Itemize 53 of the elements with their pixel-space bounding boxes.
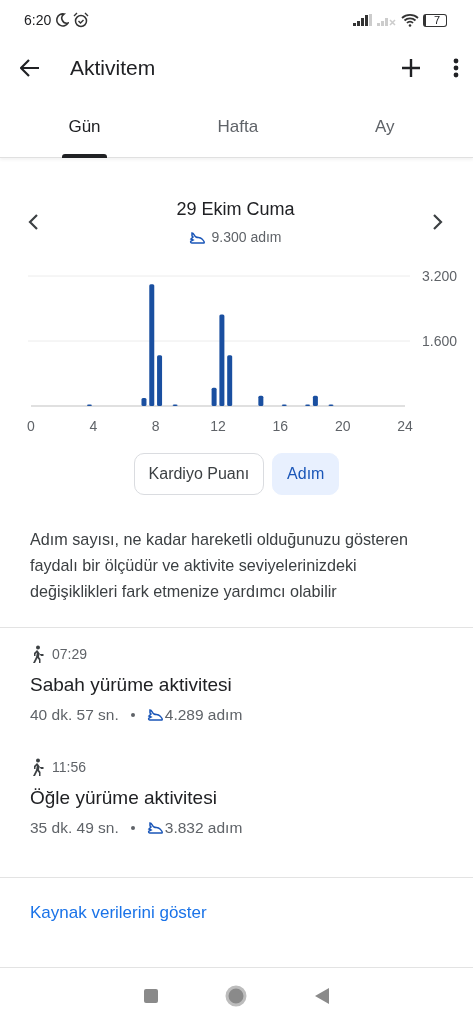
tab[interactable]: Hafta [211,96,265,158]
show-source-data-link[interactable]: Kaynak verilerini göster [30,903,207,923]
moon-icon [55,13,70,27]
home-icon[interactable] [225,985,248,1007]
x-axis-label: 8 [151,418,160,434]
separator-dot-icon [130,712,135,717]
metric-chip[interactable]: Kardiyo Puanı [133,453,265,495]
bar [141,397,147,406]
bar [211,387,217,406]
alarm-icon [73,12,90,28]
x-axis-label: 4 [89,418,98,434]
walking-icon [30,645,44,664]
y-axis-label: 1.600 [421,333,457,349]
battery-icon: 7 [422,13,447,27]
steps-icon [189,230,208,245]
walking-icon [30,758,44,776]
clock-time: 6:20 [24,10,52,30]
add-icon[interactable] [401,58,421,78]
previous-day-icon[interactable] [28,214,38,230]
date-title: 29 Ekim Cuma [176,198,295,221]
activity-steps: 3.832 adım [164,816,243,840]
steps-icon [146,820,165,835]
steps-icon [146,707,165,722]
signal-icon [352,14,373,26]
description-text: Adım sayısı, ne kadar hareketli olduğunuzu gösteren faydalı bir ölçüdür ve aktivite seviyelerinizdeki değişiklikleri fark etmenize yardımcı olabilir [29,529,409,602]
x-axis-label: 16 [272,418,289,434]
wifi-icon [400,13,419,27]
y-axis-label: 3.200 [421,268,457,284]
back-arrow-icon[interactable] [20,59,40,77]
bar [157,355,163,406]
activity-time: 11:56 [52,757,86,777]
x-axis-label: 0 [27,418,35,434]
metric-chip[interactable]: Adım [272,453,340,495]
activity-title: Sabah yürüme aktivitesi [30,672,233,697]
x-axis-label: 24 [397,418,413,434]
activity-time: 07:29 [52,644,88,664]
more-options-icon[interactable] [453,58,459,78]
activity-steps: 4.289 adım [164,703,243,727]
separator-dot-icon [130,825,135,830]
bar [227,355,233,406]
activity-duration: 35 dk. 49 sn. [30,818,119,838]
activity-title: Öğle yürüme aktivitesi [30,785,218,810]
activity-duration: 40 dk. 57 sn. [30,705,119,726]
recents-icon[interactable] [143,989,158,1003]
screen-title: Aktivitem [70,55,156,82]
x-axis-label: 20 [334,418,351,434]
tab[interactable]: Ay [369,96,401,158]
bar [258,395,264,406]
daily-steps: 9.300 adım [211,227,282,248]
x-axis-label: 12 [210,418,226,434]
tab[interactable]: Gün [62,96,107,158]
back-icon[interactable] [315,988,330,1004]
next-day-icon[interactable] [433,214,443,230]
